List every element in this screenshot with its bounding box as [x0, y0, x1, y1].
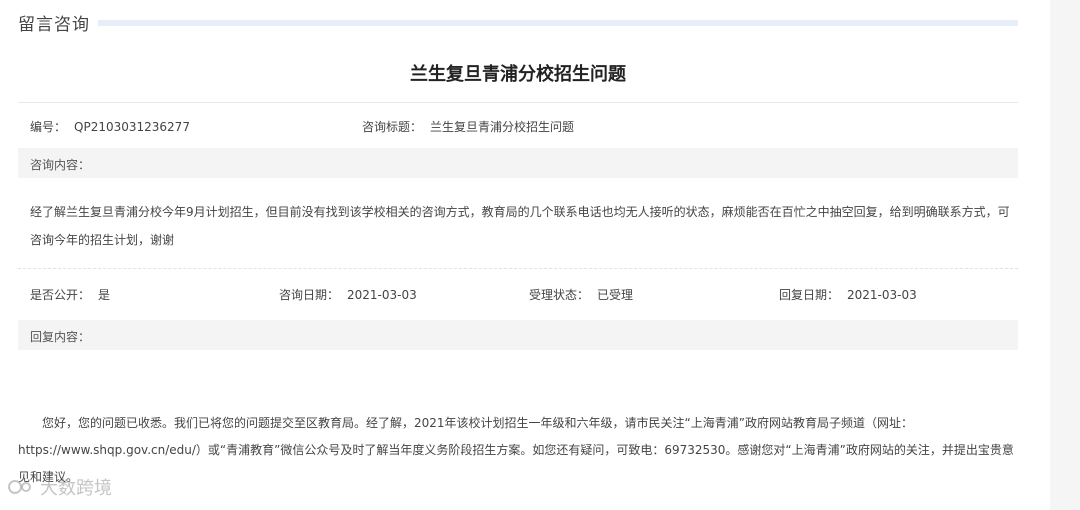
reply-content-label: 回复内容： [30, 330, 91, 344]
public-status-value: 是 [98, 288, 111, 302]
inquiry-topic-label: 咨询标题： [362, 120, 423, 134]
inquiry-date-value: 2021-03-03 [347, 288, 417, 302]
watermark: 大数跨境 [6, 474, 112, 500]
inquiry-number-value: QP2103031236277 [74, 120, 190, 134]
reply-date-label: 回复日期： [779, 288, 840, 302]
acceptance-status-label: 受理状态： [529, 288, 590, 302]
inquiry-number-label: 编号： [30, 120, 67, 134]
divider-dashed [18, 268, 1018, 269]
watermark-logo-icon [6, 478, 36, 496]
acceptance-status-value: 已受理 [597, 288, 634, 302]
inquiry-content-label: 咨询内容： [30, 158, 91, 172]
section-title: 留言咨询 [18, 15, 90, 35]
watermark-text: 大数跨境 [40, 478, 112, 499]
divider [18, 102, 1018, 103]
public-status: 是否公开： 是 [30, 286, 110, 303]
page-title: 兰生复旦青浦分校招生问题 [410, 64, 626, 85]
page-right-gutter [1050, 0, 1080, 510]
reply-content-header: 回复内容： [18, 320, 1018, 350]
inquiry-content-header: 咨询内容： [18, 148, 1018, 178]
reply-date-value: 2021-03-03 [847, 288, 917, 302]
public-status-label: 是否公开： [30, 288, 91, 302]
inquiry-content-text: 经了解兰生复旦青浦分校今年9月计划招生，但目前没有找到该学校相关的咨询方式，教育… [30, 205, 1010, 247]
inquiry-topic: 咨询标题： 兰生复旦青浦分校招生问题 [362, 118, 574, 135]
reply-content-text: 您好，您的问题已收悉。我们已将您的问题提交至区教育局。经了解，2021年该校计划… [18, 416, 1014, 484]
acceptance-status: 受理状态： 已受理 [529, 286, 633, 303]
inquiry-date-label: 咨询日期： [279, 288, 340, 302]
reply-date: 回复日期： 2021-03-03 [779, 286, 917, 303]
section-title-underline [98, 20, 1018, 26]
inquiry-topic-value: 兰生复旦青浦分校招生问题 [430, 120, 575, 134]
inquiry-date: 咨询日期： 2021-03-03 [279, 286, 417, 303]
inquiry-number: 编号： QP2103031236277 [30, 118, 190, 135]
